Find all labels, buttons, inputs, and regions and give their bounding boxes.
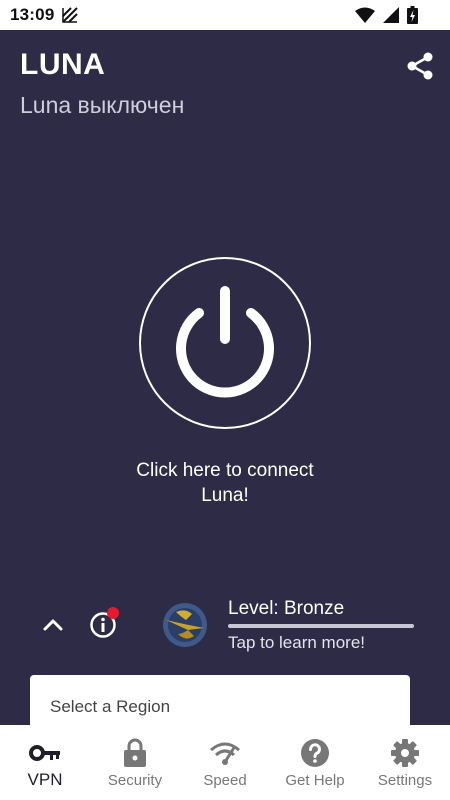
bottom-nav: VPN Security Speed Get Help Settings bbox=[0, 725, 450, 800]
nav-get-help[interactable]: Get Help bbox=[270, 725, 360, 800]
lock-icon bbox=[119, 737, 151, 769]
bronze-badge-icon[interactable] bbox=[158, 598, 212, 652]
battery-icon bbox=[407, 6, 418, 29]
data-saver-icon bbox=[62, 7, 78, 28]
signal-icon bbox=[383, 6, 399, 29]
nav-settings[interactable]: Settings bbox=[360, 725, 450, 800]
key-icon bbox=[29, 737, 61, 769]
nav-label: Settings bbox=[377, 772, 433, 789]
notification-dot bbox=[107, 607, 119, 619]
help-icon bbox=[299, 737, 331, 769]
status-time: 13:09 bbox=[10, 5, 55, 24]
nav-vpn[interactable]: VPN bbox=[0, 725, 90, 800]
nav-label: Speed bbox=[203, 772, 247, 789]
status-bar: 13:09 bbox=[0, 0, 450, 30]
power-icon bbox=[176, 286, 274, 398]
region-label: Select a Region bbox=[50, 697, 171, 716]
app-title: LUNA bbox=[20, 48, 106, 81]
nav-speed[interactable]: Speed bbox=[180, 725, 270, 800]
gear-icon bbox=[389, 737, 421, 769]
nav-label: Get Help bbox=[285, 772, 345, 789]
nav-label: Security bbox=[107, 772, 163, 789]
share-icon bbox=[407, 52, 433, 80]
wifi-icon bbox=[355, 7, 375, 29]
speed-wifi-icon bbox=[209, 737, 241, 769]
level-progress-bar bbox=[228, 624, 414, 628]
connection-status: Luna выключен bbox=[20, 92, 185, 118]
level-label: Level: Bronze bbox=[228, 598, 345, 619]
connect-power-button[interactable] bbox=[139, 257, 311, 429]
share-button[interactable] bbox=[404, 50, 436, 82]
nav-label: VPN bbox=[27, 770, 63, 789]
info-button[interactable] bbox=[89, 607, 119, 640]
chevron-up-icon bbox=[43, 619, 63, 631]
learn-more-link[interactable]: Tap to learn more! bbox=[228, 633, 365, 653]
connect-hint[interactable]: Click here to connect Luna! bbox=[110, 458, 340, 508]
expand-button[interactable] bbox=[40, 614, 66, 636]
nav-security[interactable]: Security bbox=[90, 725, 180, 800]
status-icons bbox=[355, 6, 418, 29]
